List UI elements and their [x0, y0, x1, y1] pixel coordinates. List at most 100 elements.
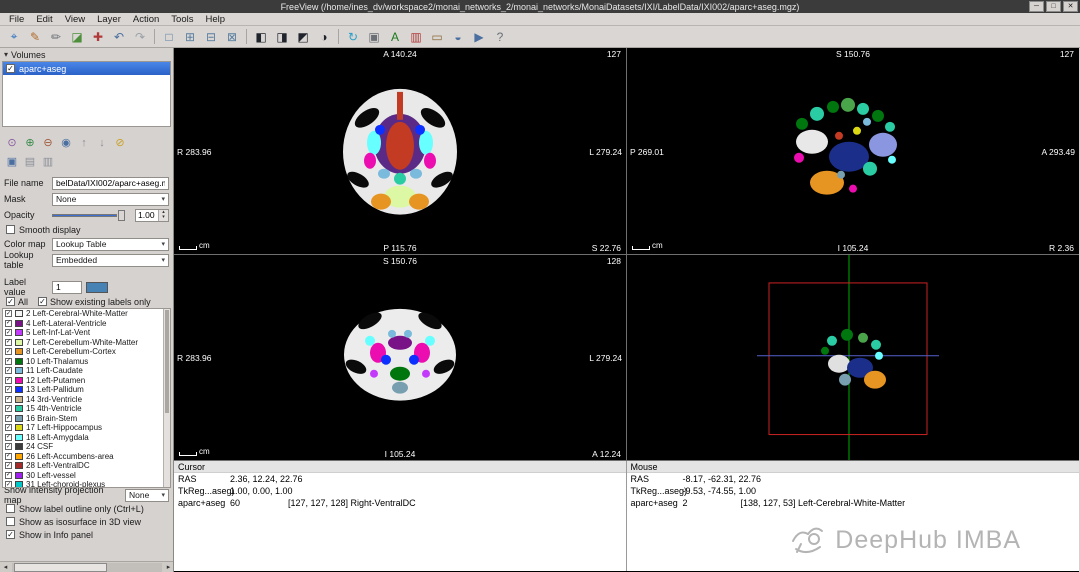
snapshot-icon[interactable]: ▣: [364, 28, 384, 46]
title-bar[interactable]: FreeView (/home/ines_dv/workspace2/monai…: [0, 0, 1080, 13]
layout-1x3-icon[interactable]: ⊟: [201, 28, 221, 46]
volumes-tree-header[interactable]: ▾ Volumes: [0, 48, 173, 61]
label-list-item[interactable]: 30 Left-vessel: [3, 471, 162, 481]
label-checkbox[interactable]: [5, 348, 12, 355]
menu-file[interactable]: File: [3, 14, 30, 25]
navigate-tool-icon[interactable]: ⌖: [4, 28, 24, 46]
label-list-item[interactable]: 12 Left-Putamen: [3, 376, 162, 386]
view-axial-icon[interactable]: ◩: [293, 28, 313, 46]
label-list[interactable]: 2 Left-Cerebral-White-Matter4 Left-Later…: [2, 308, 171, 488]
undo-icon[interactable]: ↶: [109, 28, 129, 46]
lock-layer-icon[interactable]: ⊘: [112, 135, 128, 150]
view-coronal-icon[interactable]: ◨: [272, 28, 292, 46]
file-name-field[interactable]: [52, 177, 169, 190]
copy-settings-icon[interactable]: ▣: [4, 154, 20, 169]
label-checkbox[interactable]: [5, 462, 12, 469]
label-list-item[interactable]: 11 Left-Caudate: [3, 366, 162, 376]
label-checkbox[interactable]: [5, 320, 12, 327]
view-3d-icon[interactable]: ◑: [314, 28, 334, 46]
layout-1x1-icon[interactable]: □: [159, 28, 179, 46]
label-list-item[interactable]: 28 Left-VentralDC: [3, 461, 162, 471]
menu-layer[interactable]: Layer: [91, 14, 127, 25]
menu-view[interactable]: View: [59, 14, 91, 25]
lookup-table-dropdown[interactable]: Embedded ▾: [52, 254, 169, 267]
label-list-scrollbar[interactable]: [163, 309, 170, 487]
scrollbar-thumb[interactable]: [165, 310, 169, 413]
label-checkbox[interactable]: [5, 443, 12, 450]
label-list-item[interactable]: 10 Left-Thalamus: [3, 357, 162, 367]
opacity-slider-handle[interactable]: [118, 210, 125, 221]
annotation-toggle-icon[interactable]: A: [385, 28, 405, 46]
label-value-color-swatch[interactable]: [86, 282, 108, 293]
scroll-left-icon[interactable]: ◂: [0, 562, 11, 572]
unload-volume-icon[interactable]: ⊖: [40, 135, 56, 150]
label-list-item[interactable]: 26 Left-Accumbens-area: [3, 452, 162, 462]
view-3d-viewport[interactable]: [627, 255, 1079, 461]
label-checkbox[interactable]: [5, 310, 12, 317]
help-cursor-icon[interactable]: ?: [490, 28, 510, 46]
label-checkbox[interactable]: [5, 367, 12, 374]
sagittal-viewport[interactable]: S 150.76 127 P 269.01 A 293.49 I 105.24 …: [627, 48, 1079, 254]
label-value-input[interactable]: [56, 282, 78, 292]
label-list-item[interactable]: 18 Left-Amygdala: [3, 433, 162, 443]
layout-2x2-icon[interactable]: ⊞: [180, 28, 200, 46]
label-list-item[interactable]: 31 Left-choroid-plexus: [3, 480, 162, 488]
pointset-edit-icon[interactable]: ✚: [88, 28, 108, 46]
label-list-item[interactable]: 15 4th-Ventricle: [3, 404, 162, 414]
link-volumes-icon[interactable]: ⊙: [4, 135, 20, 150]
spinner-arrows-icon[interactable]: ▴▾: [158, 210, 168, 221]
scrollbar-thumb[interactable]: [14, 563, 107, 572]
all-labels-checkbox[interactable]: [6, 297, 15, 306]
label-outline-checkbox[interactable]: [6, 504, 15, 513]
rotate-view-icon[interactable]: ↻: [343, 28, 363, 46]
label-list-item[interactable]: 4 Left-Lateral-Ventricle: [3, 319, 162, 329]
head-surface-icon[interactable]: ◒: [448, 28, 468, 46]
label-checkbox[interactable]: [5, 386, 12, 393]
menu-action[interactable]: Action: [127, 14, 165, 25]
label-checkbox[interactable]: [5, 396, 12, 403]
label-checkbox[interactable]: [5, 339, 12, 346]
layout-1x3-horizontal-icon[interactable]: ⊠: [222, 28, 242, 46]
opacity-value-input[interactable]: [136, 210, 158, 221]
minimize-button[interactable]: ─: [1029, 1, 1044, 12]
volume-info-icon[interactable]: ◉: [58, 135, 74, 150]
menu-edit[interactable]: Edit: [30, 14, 58, 25]
volume-item-aparc-aseg[interactable]: aparc+aseg: [3, 62, 170, 75]
new-volume-icon[interactable]: ⊕: [22, 135, 38, 150]
intensity-projection-dropdown[interactable]: None ▾: [125, 489, 169, 502]
movie-icon[interactable]: ▶: [469, 28, 489, 46]
label-value-field[interactable]: [52, 281, 82, 294]
opacity-slider[interactable]: [52, 209, 131, 222]
color-map-dropdown[interactable]: Lookup Table ▾: [52, 238, 169, 251]
label-list-item[interactable]: 14 3rd-Ventricle: [3, 395, 162, 405]
move-layer-down-icon[interactable]: ↓: [94, 135, 110, 150]
label-list-item[interactable]: 2 Left-Cerebral-White-Matter: [3, 309, 162, 319]
maximize-button[interactable]: □: [1046, 1, 1061, 12]
move-layer-up-icon[interactable]: ↑: [76, 135, 92, 150]
menu-tools[interactable]: Tools: [165, 14, 199, 25]
opacity-spinbox[interactable]: ▴▾: [135, 209, 169, 222]
axial-viewport[interactable]: A 140.24 127 R 283.96 L 279.24 P 115.76 …: [174, 48, 626, 254]
tree-expander-icon[interactable]: ▾: [4, 50, 8, 59]
redo-icon[interactable]: ↷: [130, 28, 150, 46]
label-checkbox[interactable]: [5, 415, 12, 422]
paste-settings-all-icon[interactable]: ▥: [40, 154, 56, 169]
mask-dropdown[interactable]: None ▾: [52, 193, 169, 206]
view-sagittal-icon[interactable]: ◧: [251, 28, 271, 46]
file-name-input[interactable]: [56, 178, 165, 188]
close-button[interactable]: ✕: [1063, 1, 1078, 12]
label-list-item[interactable]: 24 CSF: [3, 442, 162, 452]
scroll-right-icon[interactable]: ▸: [163, 562, 174, 572]
recon-edit-icon[interactable]: ✏: [46, 28, 66, 46]
label-checkbox[interactable]: [5, 424, 12, 431]
ruler-toggle-icon[interactable]: ▭: [427, 28, 447, 46]
label-list-item[interactable]: 5 Left-Inf-Lat-Vent: [3, 328, 162, 338]
label-checkbox[interactable]: [5, 358, 12, 365]
menu-help[interactable]: Help: [199, 14, 231, 25]
label-checkbox[interactable]: [5, 472, 12, 479]
label-checkbox[interactable]: [5, 453, 12, 460]
sidebar-horizontal-scrollbar[interactable]: ◂ ▸: [0, 561, 174, 572]
show-info-panel-checkbox[interactable]: [6, 530, 15, 539]
paste-settings-icon[interactable]: ▤: [22, 154, 38, 169]
smooth-display-checkbox[interactable]: [6, 225, 15, 234]
